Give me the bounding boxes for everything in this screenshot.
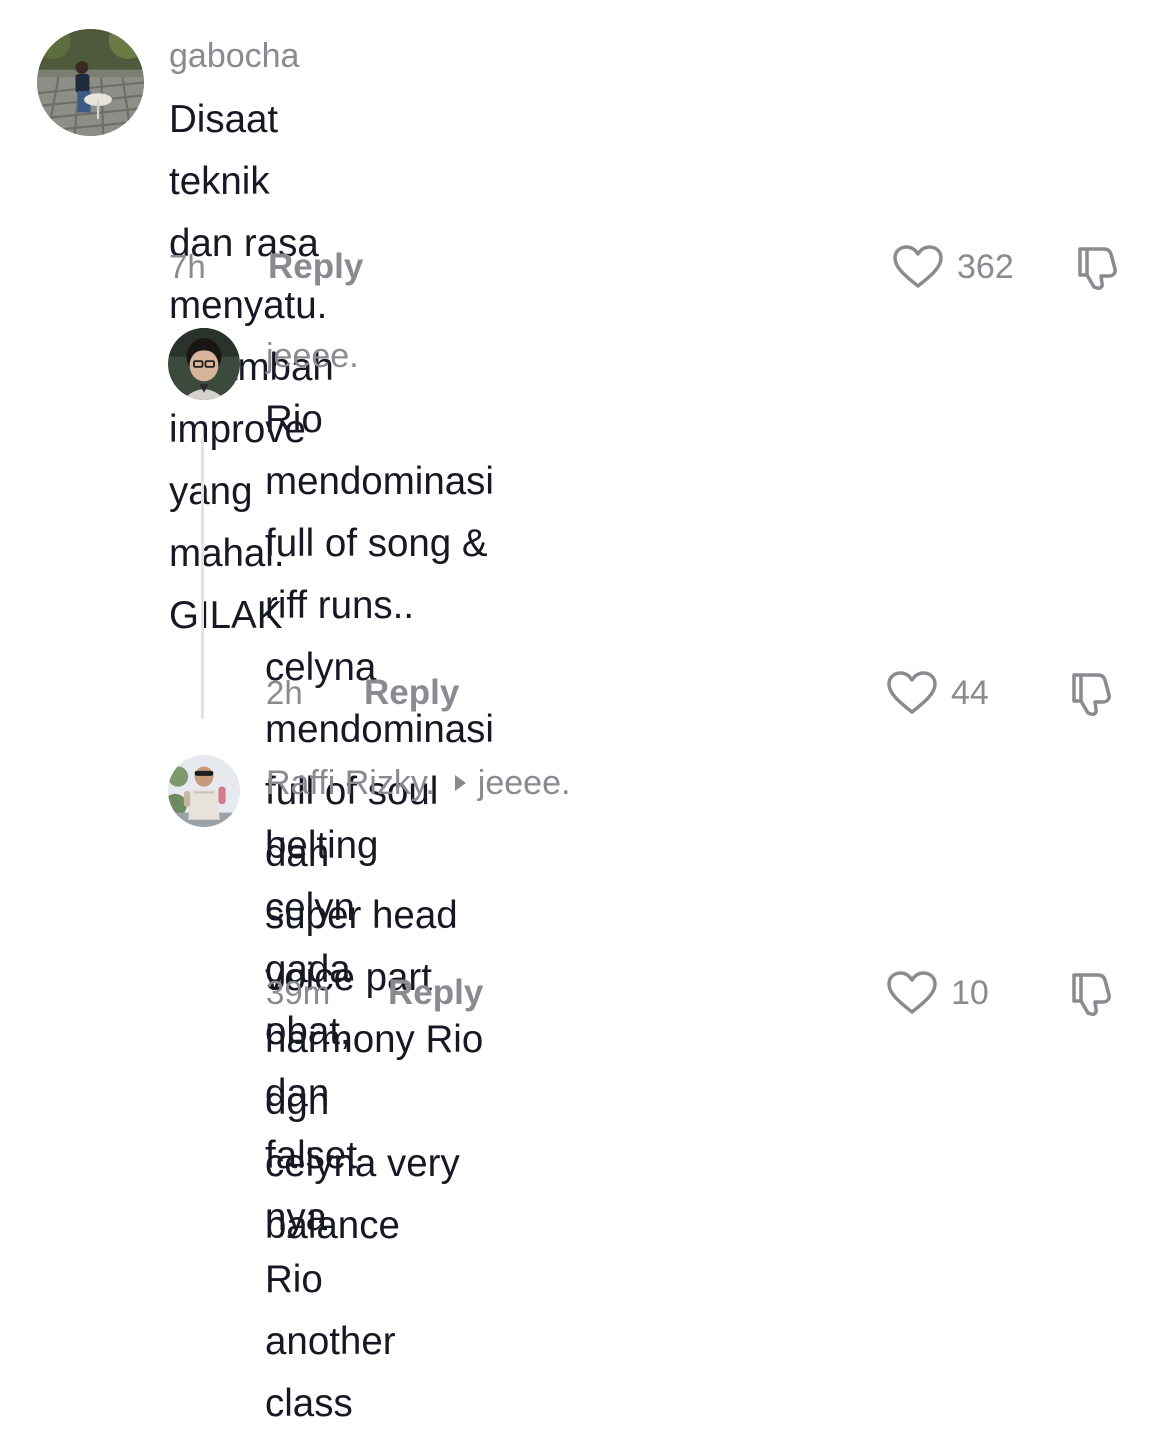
triangle-right-icon	[454, 775, 466, 791]
comment-username[interactable]: gabocha	[169, 36, 299, 76]
thumbs-down-outline-icon[interactable]	[1074, 242, 1122, 292]
like-count: 362	[957, 248, 1014, 286]
comment-text: belting celyn gada obat, dan falset nya …	[265, 824, 396, 1425]
avatar[interactable]	[37, 29, 144, 136]
replied-to-name[interactable]: jeeee.	[478, 764, 571, 802]
comment-timestamp: 7h	[169, 248, 206, 285]
reply-author-name[interactable]: Raffi Rizky.	[266, 764, 435, 802]
thread-line	[201, 437, 204, 719]
comment-timestamp: 39m	[266, 974, 331, 1011]
comment-username: Raffi Rizky. jeeee.	[266, 763, 570, 803]
like-count: 44	[951, 674, 989, 712]
heart-outline-icon[interactable]	[886, 670, 938, 716]
comment-timestamp: 2h	[266, 674, 303, 711]
like-count: 10	[951, 974, 989, 1012]
avatar[interactable]	[168, 328, 240, 400]
heart-outline-icon[interactable]	[892, 244, 944, 290]
thumbs-down-outline-icon[interactable]	[1068, 968, 1116, 1018]
heart-outline-icon[interactable]	[886, 970, 938, 1016]
reply-button[interactable]: Reply	[388, 973, 483, 1013]
avatar[interactable]	[168, 755, 240, 827]
reply-button[interactable]: Reply	[364, 673, 459, 713]
thumbs-down-outline-icon[interactable]	[1068, 668, 1116, 718]
comment-username[interactable]: jeeee.	[266, 336, 359, 376]
reply-button[interactable]: Reply	[268, 247, 363, 287]
